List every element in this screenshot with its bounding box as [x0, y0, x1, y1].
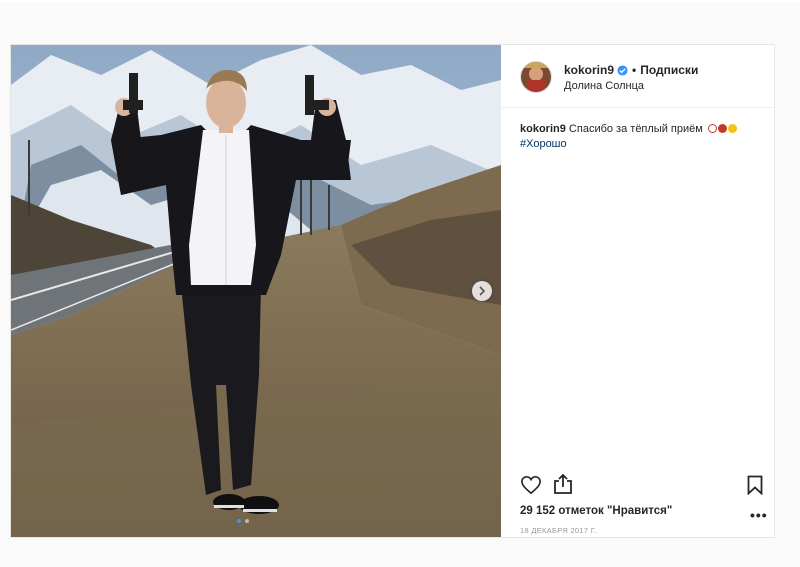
post-header: kokorin9 • Подписки Долина Солнца — [501, 45, 774, 108]
caption-username[interactable]: kokorin9 — [520, 123, 566, 135]
username-row: kokorin9 • Подписки — [564, 63, 698, 77]
carousel-dot-active — [237, 519, 241, 523]
following-button[interactable]: Подписки — [640, 63, 698, 77]
separator-dot: • — [632, 63, 637, 77]
verified-badge-icon — [617, 64, 628, 76]
username-link[interactable]: kokorin9 — [564, 63, 614, 77]
photo-scene — [11, 45, 501, 537]
post-caption: kokorin9 Спасибо за тёплый приём #Хорошо — [520, 122, 760, 152]
post-photo[interactable] — [11, 45, 501, 537]
location-link[interactable]: Долина Солнца — [564, 80, 644, 92]
post-card: kokorin9 • Подписки Долина Солнца kokori… — [10, 44, 775, 538]
post-date[interactable]: 18 ДЕКАБРЯ 2017 Г. — [520, 526, 597, 535]
likes-count[interactable]: 29 152 отметок "Нравится" — [520, 505, 672, 517]
hashtag-link[interactable]: #Хорошо — [520, 138, 567, 150]
carousel-indicator — [237, 519, 249, 523]
post-sidebar: kokorin9 • Подписки Долина Солнца kokori… — [501, 45, 774, 537]
like-button[interactable] — [520, 475, 542, 500]
action-bar — [520, 473, 763, 500]
share-button[interactable] — [553, 473, 573, 500]
share-icon — [554, 473, 572, 494]
save-button[interactable] — [747, 475, 763, 500]
caption-emoji-icon — [707, 124, 737, 133]
avatar-image — [521, 62, 551, 92]
chevron-right-icon — [479, 286, 486, 296]
next-photo-button[interactable] — [472, 281, 492, 301]
more-options-button[interactable]: ••• — [750, 507, 768, 523]
bookmark-icon — [747, 475, 763, 496]
avatar[interactable] — [520, 61, 552, 93]
carousel-dot — [245, 519, 249, 523]
heart-icon — [521, 475, 541, 495]
page-background: kokorin9 • Подписки Долина Солнца kokori… — [0, 2, 800, 567]
caption-text: Спасибо за тёплый приём — [568, 123, 703, 135]
